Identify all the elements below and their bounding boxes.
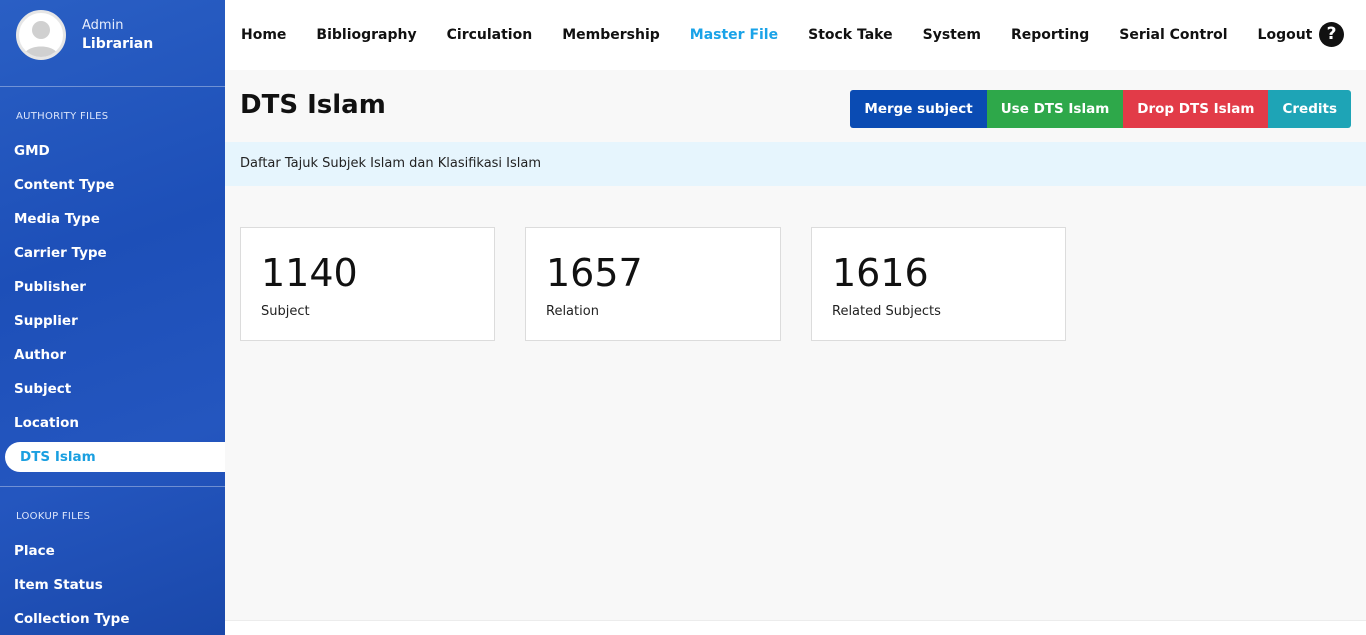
nav-home[interactable]: Home [241,27,286,43]
sidebar-item-publisher[interactable]: Publisher [0,270,225,304]
action-buttons: Merge subject Use DTS Islam Drop DTS Isl… [850,90,1351,128]
sidebar-item-dts-islam[interactable]: DTS Islam [5,442,225,472]
sidebar-item-place[interactable]: Place [0,534,225,568]
nav-membership[interactable]: Membership [562,27,660,43]
page-title: DTS Islam [240,90,386,120]
user-panel: Admin Librarian [0,0,225,70]
nav-bibliography[interactable]: Bibliography [316,27,416,43]
nav-circulation[interactable]: Circulation [447,27,533,43]
drop-dts-islam-button[interactable]: Drop DTS Islam [1123,90,1269,128]
stat-value: 1616 [832,251,929,295]
sidebar-item-item-status[interactable]: Item Status [0,568,225,602]
stat-label: Related Subjects [832,304,941,319]
top-navigation: Home Bibliography Circulation Membership… [225,0,1366,70]
sidebar-item-location[interactable]: Location [0,406,225,440]
footer-strip [225,620,1366,635]
lookup-files-title: LOOKUP FILES [16,511,91,522]
merge-subject-button[interactable]: Merge subject [850,90,987,128]
sidebar-item-supplier[interactable]: Supplier [0,304,225,338]
nav-system[interactable]: System [923,27,981,43]
authority-menu: GMD Content Type Media Type Carrier Type… [0,134,225,472]
nav-logout[interactable]: Logout [1258,27,1313,43]
avatar[interactable] [16,10,66,60]
use-dts-islam-button[interactable]: Use DTS Islam [986,90,1124,128]
sidebar: Admin Librarian AUTHORITY FILES GMD Cont… [0,0,225,635]
sidebar-item-author[interactable]: Author [0,338,225,372]
stat-card-relation: 1657 Relation [525,227,781,341]
user-role: Librarian [82,36,154,52]
stat-label: Subject [261,304,310,319]
sidebar-item-content-type[interactable]: Content Type [0,168,225,202]
sidebar-item-carrier-type[interactable]: Carrier Type [0,236,225,270]
user-avatar-icon [23,21,59,57]
user-name: Admin [82,18,124,33]
sidebar-item-media-type[interactable]: Media Type [0,202,225,236]
sidebar-item-subject[interactable]: Subject [0,372,225,406]
authority-files-title: AUTHORITY FILES [16,111,109,122]
stat-card-related-subjects: 1616 Related Subjects [811,227,1066,341]
user-info: Admin Librarian [82,16,153,54]
sidebar-item-gmd[interactable]: GMD [0,134,225,168]
nav-serial-control[interactable]: Serial Control [1119,27,1227,43]
stat-card-subject: 1140 Subject [240,227,495,341]
nav-master-file[interactable]: Master File [690,27,778,43]
stat-label: Relation [546,304,599,319]
stats-cards: 1140 Subject 1657 Relation 1616 Related … [240,227,1096,341]
lookup-menu: Place Item Status Collection Type [0,534,225,635]
sidebar-item-collection-type[interactable]: Collection Type [0,602,225,635]
nav-stock-take[interactable]: Stock Take [808,27,893,43]
credits-button[interactable]: Credits [1268,90,1351,128]
nav-reporting[interactable]: Reporting [1011,27,1089,43]
help-icon[interactable]: ? [1319,22,1344,47]
description-bar: Daftar Tajuk Subjek Islam dan Klasifikas… [225,142,1366,186]
stat-value: 1140 [261,251,358,295]
stat-value: 1657 [546,251,643,295]
